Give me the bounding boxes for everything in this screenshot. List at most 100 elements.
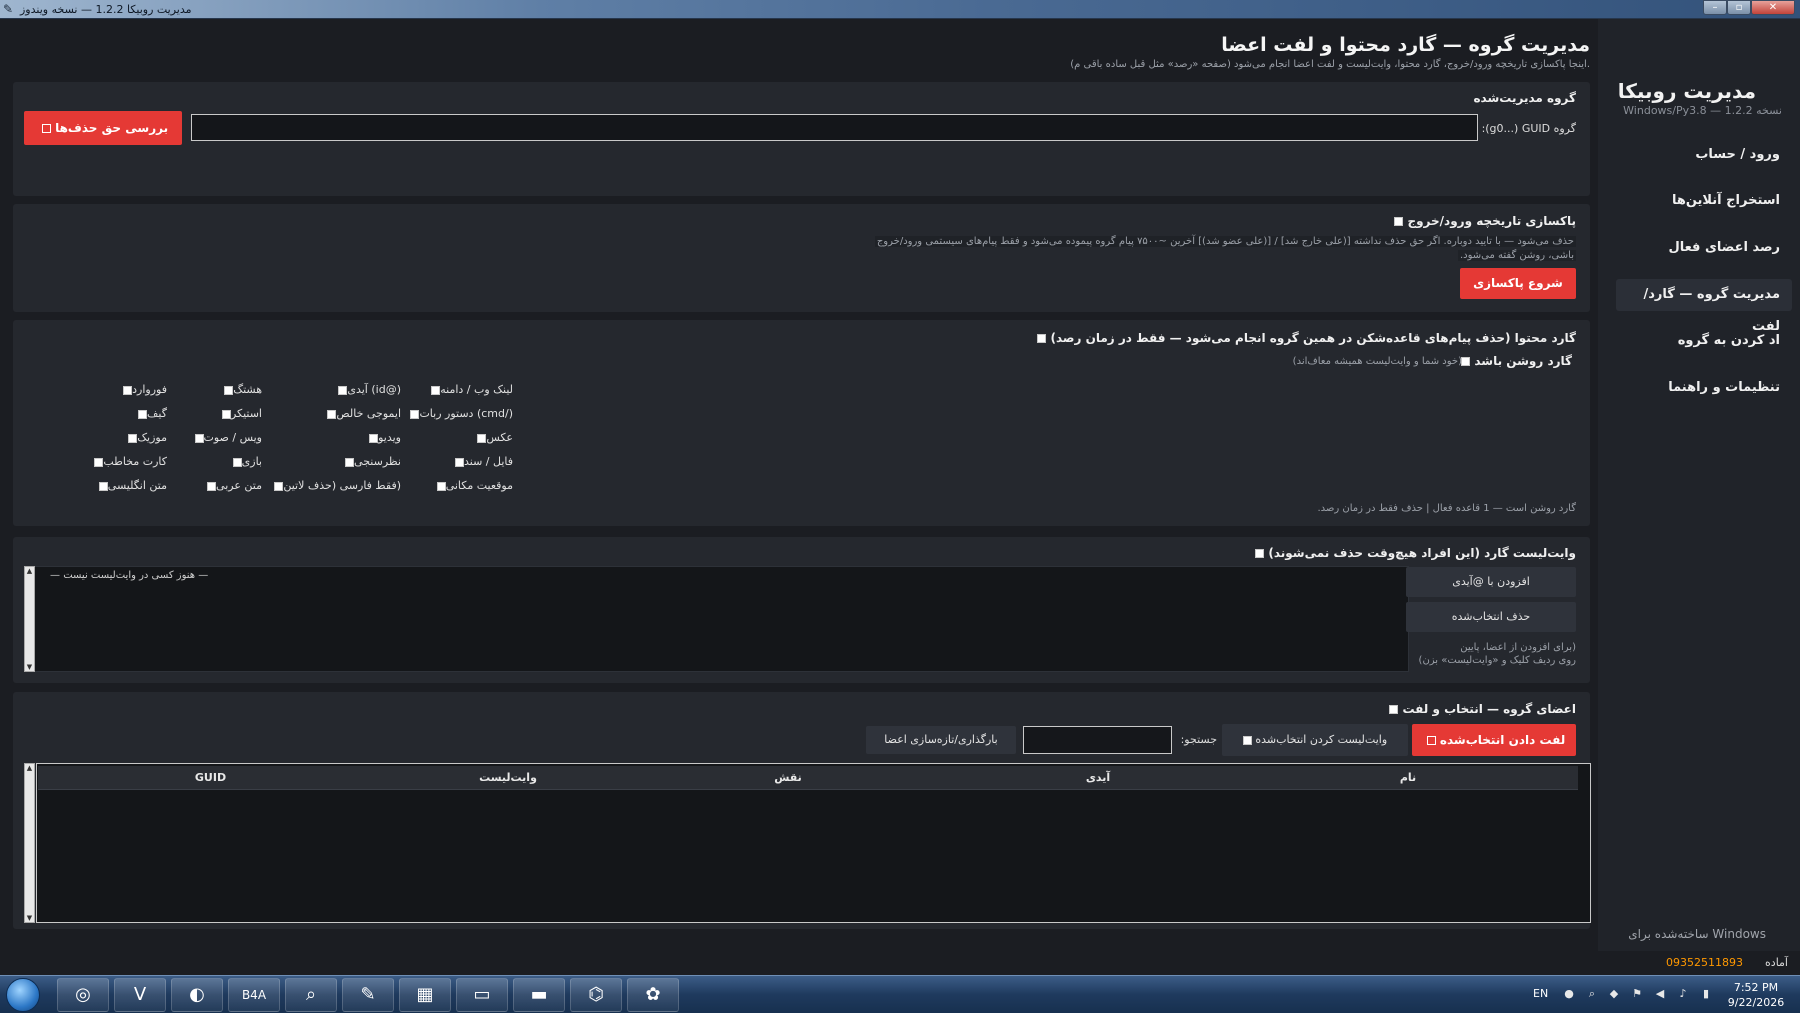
tray-signal-icon[interactable]: ▮ [1700, 988, 1712, 1000]
members-table-scrollbar[interactable]: ▲ ▼ [24, 763, 35, 923]
filter-sticker-checkbox[interactable] [221, 409, 231, 419]
filter-music[interactable]: موزیک [124, 431, 167, 444]
kick-selected-button[interactable]: لفت دادن انتخاب‌شده [1412, 724, 1576, 756]
members-table-header: نام آیدی نقش وایت‌لیست GUID [38, 766, 1578, 790]
chrome-icon[interactable]: ◎ [57, 978, 109, 1012]
taskbar-clock[interactable]: 7:52 PM 9/22/2026 [1722, 980, 1790, 1010]
window-titlebar[interactable]: ✎ مدیریت روبیکا 1.2.2 — نسخه ویندوز – ▫ … [0, 0, 1800, 19]
filter-web-link-checkbox[interactable] [431, 385, 441, 395]
sidebar-item-login[interactable]: ورود / حساب [1614, 139, 1782, 171]
filter-voice[interactable]: ویس / صوت [191, 431, 262, 444]
maximize-button[interactable]: ▫ [1727, 0, 1751, 15]
filter-persian-only-checkbox[interactable] [274, 481, 284, 491]
filter-forward-checkbox[interactable] [123, 385, 133, 395]
filter-english-text[interactable]: متن انگلیسی [95, 479, 167, 492]
scroll-up-arrow-icon[interactable]: ▲ [26, 567, 33, 575]
filter-poll-checkbox[interactable] [345, 457, 355, 467]
palette-icon[interactable]: ✿ [627, 978, 679, 1012]
terminal-icon[interactable]: ▬ [513, 978, 565, 1012]
members-section-checkbox[interactable] [1389, 705, 1399, 714]
filter-game[interactable]: بازی [229, 455, 262, 468]
tray-network-app-icon[interactable]: ● [1563, 988, 1575, 1000]
remove-selected-button[interactable]: حذف انتخاب‌شده [1406, 602, 1576, 632]
column-header-whitelist[interactable]: وایت‌لیست [383, 766, 633, 790]
sidebar-item-add-to-group[interactable]: اد کردن به گروه [1614, 325, 1782, 357]
filter-forward[interactable]: فوروارد [119, 383, 167, 396]
search-app-icon[interactable]: ⌕ [285, 978, 337, 1012]
filter-location-checkbox[interactable] [436, 481, 446, 491]
status-bar: آماده 09352511893 [0, 951, 1800, 975]
filter-id-checkbox[interactable] [338, 385, 348, 395]
guard-section-checkbox[interactable] [1037, 334, 1047, 343]
filter-location[interactable]: موقعیت مکانی [433, 479, 513, 492]
filter-arabic-text-checkbox[interactable] [207, 481, 217, 491]
tray-flag-icon[interactable]: ⚑ [1631, 988, 1643, 1000]
close-button[interactable]: ✕ [1751, 0, 1795, 15]
whitelist-selected-button[interactable]: وایت‌لیست کردن انتخاب‌شده [1222, 724, 1408, 756]
v-app-icon[interactable]: V [114, 978, 166, 1012]
filter-photo[interactable]: عکس [473, 431, 513, 444]
column-header-id[interactable]: آیدی [943, 766, 1253, 790]
filter-web-link[interactable]: لینک وب / دامنه [427, 383, 513, 396]
sidebar-item-group-manage[interactable]: مدیریت گروه — گارد/لفت [1616, 279, 1792, 334]
filter-contact[interactable]: کارت مخاطب [90, 455, 167, 468]
filter-english-text-checkbox[interactable] [98, 481, 108, 491]
filter-id[interactable]: (@id) آیدی [334, 383, 401, 396]
filter-pure-emoji[interactable]: ایموجی خالص [323, 407, 401, 420]
tray-shield-icon[interactable]: ◆ [1608, 988, 1620, 1000]
filter-sticker[interactable]: استیکر [218, 407, 262, 420]
tray-search-icon[interactable]: ⌕ [1586, 988, 1598, 1000]
column-header-guid[interactable]: GUID [38, 766, 383, 790]
whitelist-scrollbar[interactable]: ▲ ▼ [24, 566, 35, 672]
language-indicator[interactable]: EN [1533, 987, 1548, 1000]
filter-video-checkbox[interactable] [369, 433, 379, 443]
reload-members-button[interactable]: بارگذاری/تازه‌سازی اعضا [866, 726, 1016, 754]
scroll-down-arrow-icon[interactable]: ▼ [26, 914, 33, 922]
filter-photo-checkbox[interactable] [477, 433, 487, 443]
filter-arabic-text[interactable]: متن عربی [203, 479, 262, 492]
b4a-icon[interactable]: B4A [228, 978, 280, 1012]
whitelist-list[interactable]: — هنوز کسی در وایت‌لیست نیست — [24, 566, 1409, 672]
guard-enabled-toggle[interactable]: گارد روشن باشد [1461, 354, 1572, 368]
filter-game-checkbox[interactable] [232, 457, 242, 467]
python-icon[interactable]: ⌬ [570, 978, 622, 1012]
member-search-input[interactable] [1023, 726, 1172, 754]
whitelist-section-checkbox[interactable] [1255, 549, 1265, 558]
scroll-down-arrow-icon[interactable]: ▼ [26, 663, 33, 671]
check-permissions-button[interactable]: بررسی حق حذف‌ها [24, 111, 182, 145]
sidebar-item-extract-online[interactable]: استخراج آنلاین‌ها [1614, 185, 1782, 217]
start-cleanup-button[interactable]: شروع پاکسازی [1460, 268, 1576, 299]
cleanup-toggle-checkbox[interactable] [1394, 217, 1404, 226]
scroll-up-arrow-icon[interactable]: ▲ [26, 764, 33, 772]
sidebar-item-settings[interactable]: تنظیمات و راهنما [1614, 372, 1782, 404]
column-header-name[interactable]: نام [1253, 766, 1563, 790]
minimize-button[interactable]: – [1703, 0, 1727, 15]
filter-contact-checkbox[interactable] [94, 457, 104, 467]
tray-volume-icon[interactable]: ♪ [1677, 988, 1689, 1000]
filter-file-checkbox[interactable] [454, 457, 464, 467]
sidebar-item-monitor-active[interactable]: رصد اعضای فعال [1614, 232, 1782, 264]
column-header-role[interactable]: نقش [633, 766, 943, 790]
cleanup-section-title: پاکسازی تاریخچه ورود/خروج [1394, 214, 1576, 228]
whitelist-hint-line2: (روی ردیف کلیک و «وایت‌لیست» بزن [1418, 655, 1576, 666]
guard-enabled-checkbox[interactable] [1461, 357, 1471, 366]
filter-file[interactable]: فایل / سند [451, 455, 513, 468]
filter-video[interactable]: ویدیو [365, 431, 401, 444]
start-button-windows-orb-icon[interactable] [6, 978, 40, 1012]
paint-icon[interactable]: ◐ [171, 978, 223, 1012]
filter-gif-checkbox[interactable] [138, 409, 148, 419]
guid-input[interactable] [191, 114, 1478, 141]
filter-hashtag-checkbox[interactable] [224, 385, 234, 395]
filter-voice-checkbox[interactable] [194, 433, 204, 443]
folder-icon[interactable]: ▭ [456, 978, 508, 1012]
filter-bot-command[interactable]: (/cmd) دستور ربات [406, 407, 513, 420]
tray-alert-icon[interactable]: ◀ [1654, 988, 1666, 1000]
filter-hashtag[interactable]: هشتگ [220, 383, 262, 396]
filter-poll[interactable]: نظرسنجی [341, 455, 401, 468]
filter-music-checkbox[interactable] [128, 433, 138, 443]
filter-gif[interactable]: گیف [134, 407, 167, 420]
add-by-id-button[interactable]: افزودن با @آیدی [1406, 567, 1576, 597]
filter-persian-only[interactable]: (فقط فارسی (حذف لاتین [270, 479, 401, 492]
clapper-icon[interactable]: ▦ [399, 978, 451, 1012]
notepad-icon[interactable]: ✎ [342, 978, 394, 1012]
